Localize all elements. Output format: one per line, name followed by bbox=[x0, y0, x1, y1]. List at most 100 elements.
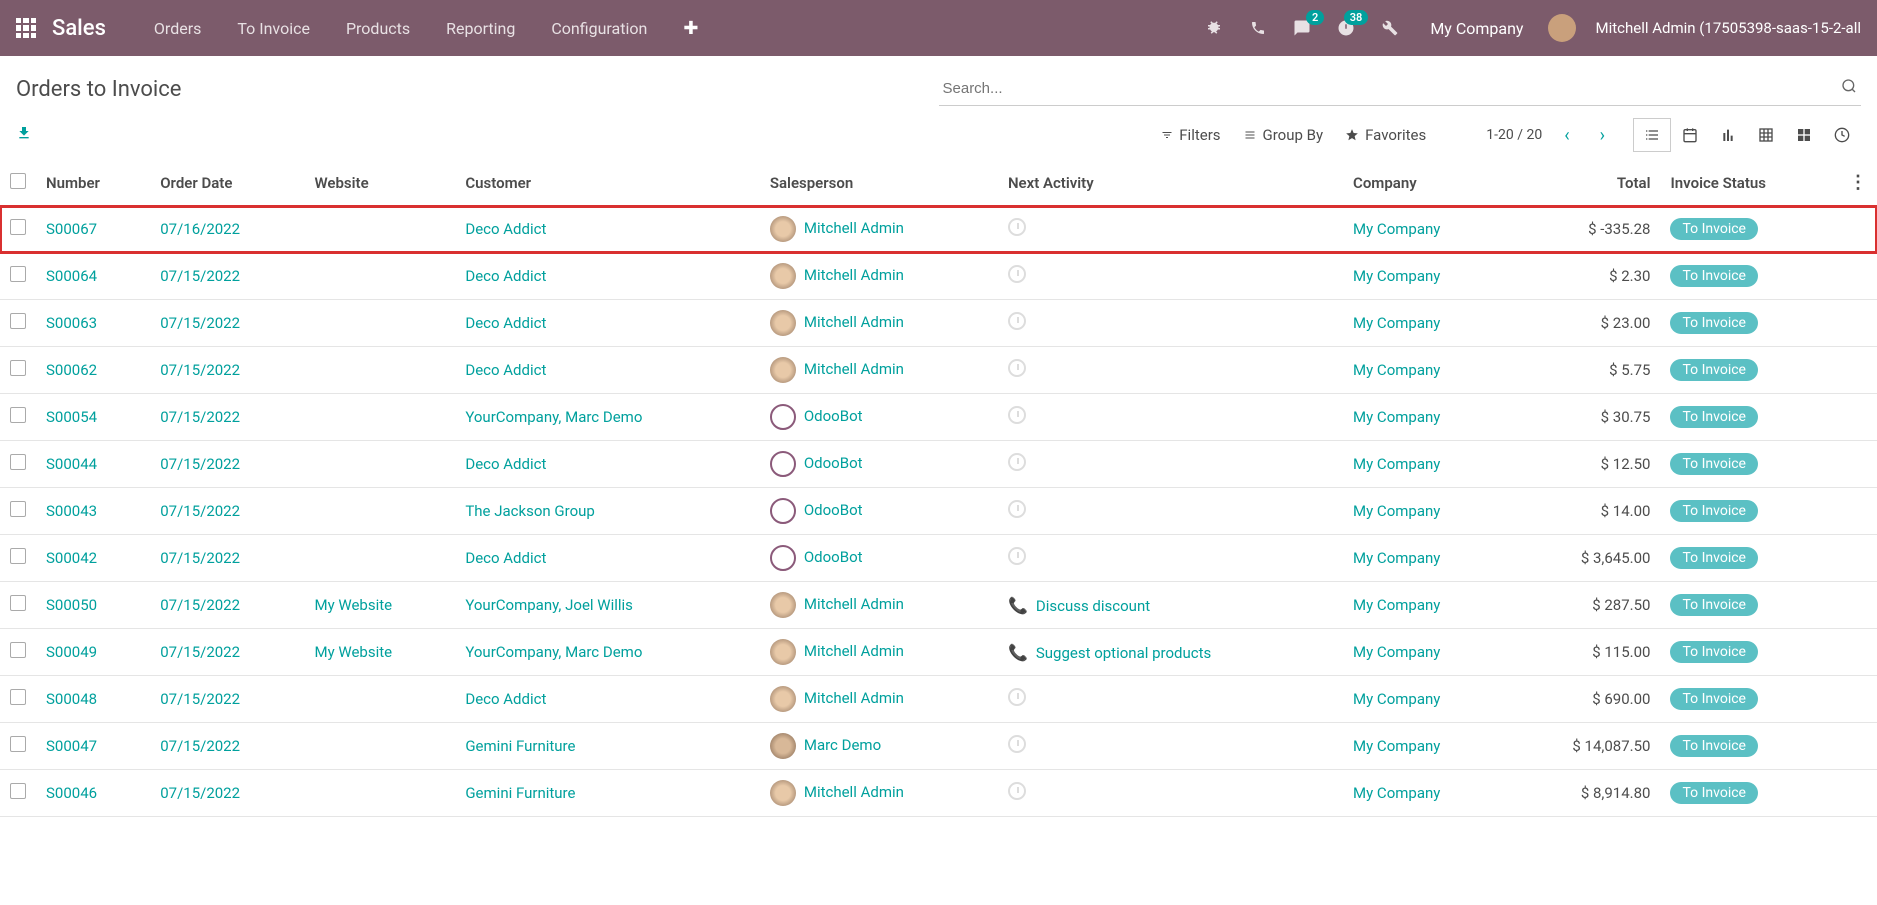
filters-button[interactable]: Filters bbox=[1161, 126, 1220, 144]
order-date[interactable]: 07/15/2022 bbox=[160, 408, 240, 426]
salesperson-avatar[interactable] bbox=[770, 263, 796, 289]
export-icon[interactable] bbox=[16, 125, 36, 145]
salesperson[interactable]: Mitchell Admin bbox=[804, 360, 904, 378]
row-checkbox[interactable] bbox=[10, 642, 26, 658]
view-kanban-icon[interactable] bbox=[1785, 118, 1823, 152]
clock-icon[interactable] bbox=[1008, 735, 1026, 753]
salesperson[interactable]: Mitchell Admin bbox=[804, 595, 904, 613]
table-row[interactable]: S0004207/15/2022Deco AddictOdooBotMy Com… bbox=[0, 535, 1877, 582]
col-total[interactable]: Total bbox=[1509, 160, 1661, 206]
activity-text[interactable]: Suggest optional products bbox=[1036, 644, 1211, 662]
customer[interactable]: Deco Addict bbox=[465, 690, 546, 708]
view-list-icon[interactable] bbox=[1633, 118, 1671, 152]
favorites-button[interactable]: Favorites bbox=[1345, 126, 1426, 144]
customer[interactable]: YourCompany, Marc Demo bbox=[465, 643, 642, 661]
customer[interactable]: YourCompany, Joel Willis bbox=[465, 596, 633, 614]
order-number[interactable]: S00042 bbox=[46, 549, 97, 567]
col-number[interactable]: Number bbox=[36, 160, 150, 206]
table-row[interactable]: S0005007/15/2022My WebsiteYourCompany, J… bbox=[0, 582, 1877, 629]
activities-icon[interactable]: 38 bbox=[1330, 12, 1362, 44]
salesperson-avatar[interactable] bbox=[770, 592, 796, 618]
order-date[interactable]: 07/15/2022 bbox=[160, 737, 240, 755]
salesperson-avatar[interactable] bbox=[770, 404, 796, 430]
order-number[interactable]: S00054 bbox=[46, 408, 97, 426]
nav-configuration[interactable]: Configuration bbox=[533, 19, 665, 38]
company[interactable]: My Company bbox=[1353, 455, 1440, 473]
order-number[interactable]: S00050 bbox=[46, 596, 97, 614]
col-salesperson[interactable]: Salesperson bbox=[760, 160, 998, 206]
company[interactable]: My Company bbox=[1353, 737, 1440, 755]
table-row[interactable]: S0006307/15/2022Deco AddictMitchell Admi… bbox=[0, 300, 1877, 347]
col-customer[interactable]: Customer bbox=[455, 160, 760, 206]
order-date[interactable]: 07/15/2022 bbox=[160, 784, 240, 802]
pager-range[interactable]: 1-20 / 20 bbox=[1486, 127, 1542, 143]
customer[interactable]: Deco Addict bbox=[465, 220, 546, 238]
view-activity-icon[interactable] bbox=[1823, 118, 1861, 152]
salesperson-avatar[interactable] bbox=[770, 686, 796, 712]
col-invoice-status[interactable]: Invoice Status bbox=[1660, 160, 1839, 206]
order-number[interactable]: S00047 bbox=[46, 737, 97, 755]
clock-icon[interactable] bbox=[1008, 265, 1026, 283]
row-checkbox[interactable] bbox=[10, 313, 26, 329]
view-calendar-icon[interactable] bbox=[1671, 118, 1709, 152]
salesperson[interactable]: Mitchell Admin bbox=[804, 266, 904, 284]
salesperson-avatar[interactable] bbox=[770, 357, 796, 383]
company[interactable]: My Company bbox=[1353, 596, 1440, 614]
row-checkbox[interactable] bbox=[10, 783, 26, 799]
pager-next[interactable]: › bbox=[1592, 121, 1613, 150]
select-all-checkbox[interactable] bbox=[10, 173, 26, 189]
company[interactable]: My Company bbox=[1353, 549, 1440, 567]
customer[interactable]: Deco Addict bbox=[465, 361, 546, 379]
pager-prev[interactable]: ‹ bbox=[1556, 121, 1577, 150]
row-checkbox[interactable] bbox=[10, 548, 26, 564]
customer[interactable]: Deco Addict bbox=[465, 549, 546, 567]
clock-icon[interactable] bbox=[1008, 218, 1026, 236]
company[interactable]: My Company bbox=[1353, 690, 1440, 708]
table-row[interactable]: S0006707/16/2022Deco AddictMitchell Admi… bbox=[0, 206, 1877, 253]
new-action-icon[interactable]: ✚ bbox=[665, 18, 716, 39]
salesperson-avatar[interactable] bbox=[770, 733, 796, 759]
order-number[interactable]: S00064 bbox=[46, 267, 97, 285]
col-company[interactable]: Company bbox=[1343, 160, 1509, 206]
order-number[interactable]: S00062 bbox=[46, 361, 97, 379]
website[interactable]: My Website bbox=[314, 596, 392, 614]
order-date[interactable]: 07/16/2022 bbox=[160, 220, 240, 238]
search-input[interactable] bbox=[939, 72, 1862, 106]
nav-to-invoice[interactable]: To Invoice bbox=[219, 19, 328, 38]
order-date[interactable]: 07/15/2022 bbox=[160, 314, 240, 332]
clock-icon[interactable] bbox=[1008, 359, 1026, 377]
company[interactable]: My Company bbox=[1353, 643, 1440, 661]
debug-icon[interactable] bbox=[1198, 12, 1230, 44]
order-number[interactable]: S00067 bbox=[46, 220, 97, 238]
table-row[interactable]: S0006407/15/2022Deco AddictMitchell Admi… bbox=[0, 253, 1877, 300]
user-menu[interactable]: Mitchell Admin (17505398-saas-15-2-all bbox=[1596, 19, 1862, 37]
salesperson-avatar[interactable] bbox=[770, 498, 796, 524]
order-date[interactable]: 07/15/2022 bbox=[160, 502, 240, 520]
order-number[interactable]: S00063 bbox=[46, 314, 97, 332]
salesperson[interactable]: OdooBot bbox=[804, 548, 863, 566]
row-checkbox[interactable] bbox=[10, 736, 26, 752]
view-pivot-icon[interactable] bbox=[1747, 118, 1785, 152]
row-checkbox[interactable] bbox=[10, 454, 26, 470]
table-row[interactable]: S0004307/15/2022The Jackson GroupOdooBot… bbox=[0, 488, 1877, 535]
nav-products[interactable]: Products bbox=[328, 19, 428, 38]
nav-reporting[interactable]: Reporting bbox=[428, 19, 533, 38]
customer[interactable]: The Jackson Group bbox=[465, 502, 594, 520]
company[interactable]: My Company bbox=[1353, 314, 1440, 332]
col-next-activity[interactable]: Next Activity bbox=[998, 160, 1343, 206]
company[interactable]: My Company bbox=[1353, 361, 1440, 379]
company[interactable]: My Company bbox=[1353, 784, 1440, 802]
apps-icon[interactable] bbox=[16, 18, 36, 38]
row-checkbox[interactable] bbox=[10, 407, 26, 423]
website[interactable]: My Website bbox=[314, 643, 392, 661]
col-website[interactable]: Website bbox=[304, 160, 455, 206]
table-row[interactable]: S0005407/15/2022YourCompany, Marc DemoOd… bbox=[0, 394, 1877, 441]
nav-orders[interactable]: Orders bbox=[136, 19, 219, 38]
clock-icon[interactable] bbox=[1008, 453, 1026, 471]
phone-activity-icon[interactable]: 📞 bbox=[1008, 643, 1028, 662]
row-checkbox[interactable] bbox=[10, 266, 26, 282]
salesperson[interactable]: Mitchell Admin bbox=[804, 783, 904, 801]
table-row[interactable]: S0004407/15/2022Deco AddictOdooBotMy Com… bbox=[0, 441, 1877, 488]
clock-icon[interactable] bbox=[1008, 782, 1026, 800]
search-icon[interactable] bbox=[1841, 78, 1857, 98]
